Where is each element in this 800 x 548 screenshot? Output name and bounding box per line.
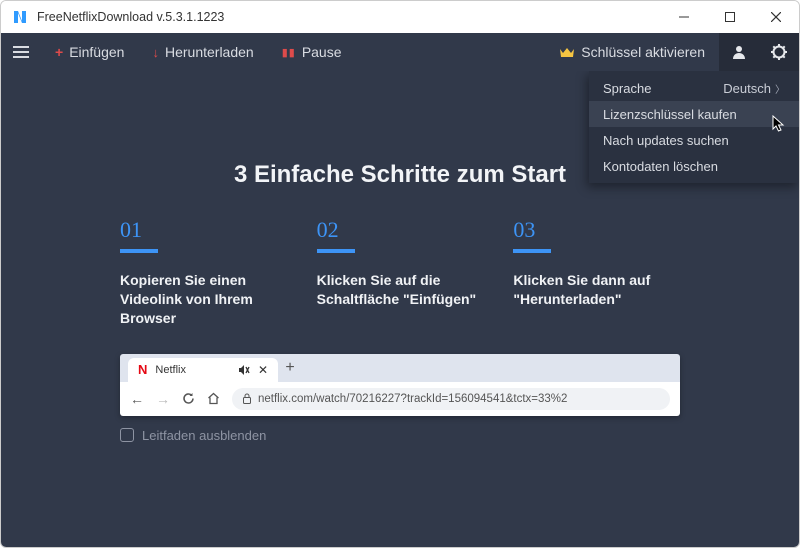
browser-tab: N Netflix ✕: [128, 358, 278, 382]
minimize-button[interactable]: [661, 1, 707, 33]
tabstrip: N Netflix ✕ +: [120, 354, 680, 382]
app-window: FreeNetflixDownload v.5.3.1.1223 + Einfü…: [0, 0, 800, 548]
step-3-underline: [513, 249, 551, 253]
step-2-underline: [317, 249, 355, 253]
new-tab-icon: +: [278, 359, 302, 377]
nav-back-icon: ←: [130, 391, 144, 407]
netflix-logo-icon: N: [138, 362, 147, 377]
menu-language[interactable]: Sprache Deutsch 〉: [589, 75, 799, 101]
maximize-button[interactable]: [707, 1, 753, 33]
menu-buy-license[interactable]: Lizenzschlüssel kaufen: [589, 101, 799, 127]
browser-mock: N Netflix ✕ + ← →: [120, 354, 680, 416]
step-1-num: 01: [120, 217, 287, 243]
download-button[interactable]: ↓ Herunterladen: [138, 33, 267, 71]
menu-check-updates[interactable]: Nach updates suchen: [589, 127, 799, 153]
nav-reload-icon: [182, 392, 195, 405]
window-controls: [661, 1, 799, 33]
step-1-text: Kopieren Sie einen Videolink von Ihrem B…: [120, 271, 287, 328]
nav-forward-icon: →: [156, 391, 170, 407]
step-3-text: Klicken Sie dann auf "Herunterladen": [513, 271, 680, 309]
url-text: netflix.com/watch/70216227?trackId=15609…: [258, 393, 567, 405]
plus-icon: +: [55, 44, 63, 60]
step-1: 01 Kopieren Sie einen Videolink von Ihre…: [120, 217, 287, 328]
menu-language-value: Deutsch: [723, 81, 771, 96]
toolbar: + Einfügen ↓ Herunterladen ▮▮ Pause Schl…: [1, 33, 799, 71]
address-bar: netflix.com/watch/70216227?trackId=15609…: [232, 388, 670, 410]
window-title: FreeNetflixDownload v.5.3.1.1223: [37, 10, 224, 24]
step-2: 02 Klicken Sie auf die Schaltfläche "Ein…: [317, 217, 484, 328]
settings-button[interactable]: [759, 33, 799, 71]
browser-tab-title: Netflix: [155, 364, 186, 376]
activate-label: Schlüssel aktivieren: [581, 44, 705, 60]
step-2-num: 02: [317, 217, 484, 243]
pause-icon: ▮▮: [282, 46, 296, 59]
steps-row: 01 Kopieren Sie einen Videolink von Ihre…: [120, 217, 680, 328]
account-button[interactable]: [719, 33, 759, 71]
paste-button[interactable]: + Einfügen: [41, 33, 138, 71]
download-arrow-icon: ↓: [152, 45, 159, 60]
menu-delete-label: Kontodaten löschen: [603, 159, 718, 174]
menu-language-label: Sprache: [603, 81, 651, 96]
app-logo-icon: [11, 8, 29, 26]
activate-key-button[interactable]: Schlüssel aktivieren: [545, 33, 719, 71]
hide-guide-row[interactable]: Leitfaden ausblenden: [120, 428, 680, 443]
step-3-num: 03: [513, 217, 680, 243]
menu-buy-label: Lizenzschlüssel kaufen: [603, 107, 737, 122]
hide-guide-checkbox[interactable]: [120, 428, 134, 442]
settings-dropdown: Sprache Deutsch 〉 Lizenzschlüssel kaufen…: [589, 71, 799, 183]
chevron-right-icon: 〉: [775, 81, 785, 96]
browser-toolbar: ← → netflix.com/watch/70216227?trackId=1…: [120, 382, 680, 416]
hide-guide-label: Leitfaden ausblenden: [142, 428, 266, 443]
pause-button[interactable]: ▮▮ Pause: [268, 33, 356, 71]
menu-button[interactable]: [1, 33, 41, 71]
step-2-text: Klicken Sie auf die Schaltfläche "Einfüg…: [317, 271, 484, 309]
menu-delete-account[interactable]: Kontodaten löschen: [589, 153, 799, 179]
user-icon: [731, 44, 747, 60]
nav-home-icon: [207, 392, 220, 405]
download-label: Herunterladen: [165, 44, 254, 60]
menu-updates-label: Nach updates suchen: [603, 133, 729, 148]
step-3: 03 Klicken Sie dann auf "Herunterladen": [513, 217, 680, 328]
content-area: Sprache Deutsch 〉 Lizenzschlüssel kaufen…: [1, 71, 799, 547]
tab-mute-icon: [238, 365, 250, 375]
step-1-underline: [120, 249, 158, 253]
lock-icon: [242, 393, 252, 404]
titlebar: FreeNetflixDownload v.5.3.1.1223: [1, 1, 799, 33]
paste-label: Einfügen: [69, 44, 124, 60]
tab-close-icon: ✕: [258, 363, 268, 377]
menu-language-value-wrap: Deutsch 〉: [723, 81, 785, 96]
close-button[interactable]: [753, 1, 799, 33]
gear-icon: [771, 44, 787, 60]
pause-label: Pause: [302, 44, 342, 60]
crown-icon: [559, 46, 575, 58]
